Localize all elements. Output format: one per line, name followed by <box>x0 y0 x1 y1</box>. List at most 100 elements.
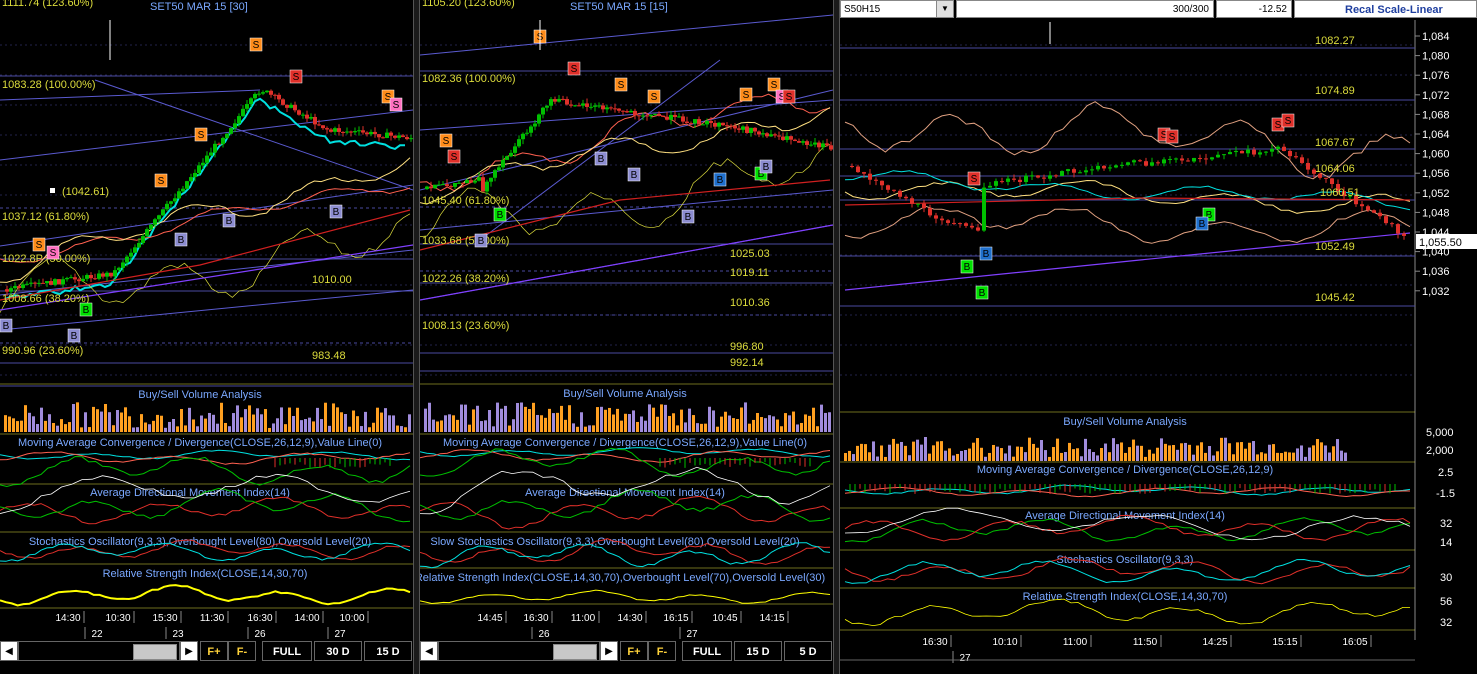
volume-bar <box>480 421 483 432</box>
candle <box>221 137 225 145</box>
volume-bar <box>1276 452 1279 461</box>
range-5d-button[interactable]: 5 D <box>784 641 832 661</box>
price-chart-30min[interactable]: 1083.28 (100.00%) (1042.61) 1037.12 (61.80… <box>0 0 413 674</box>
scrollbar[interactable] <box>438 641 600 661</box>
volume-bar <box>976 438 979 461</box>
volume-bar <box>1328 452 1331 461</box>
volume-bar <box>1340 450 1343 461</box>
zoom-out-button[interactable]: F- <box>648 641 676 661</box>
volume-bar <box>1088 449 1091 461</box>
volume-bar <box>1164 443 1167 461</box>
volume-axis-label: 5,000 <box>1426 427 1454 439</box>
scroll-left-button[interactable]: ◀ <box>420 641 438 661</box>
candle <box>1120 164 1124 166</box>
chart-panel-5min[interactable]: 1,084 1,080 1,076 1,072 1,068 1,064 1,060 1,056… <box>840 0 1477 674</box>
volume-bar <box>1060 452 1063 461</box>
candle <box>940 218 944 221</box>
chevron-down-icon[interactable]: ▼ <box>936 1 953 17</box>
range-15d-button[interactable]: 15 D <box>364 641 412 661</box>
candle <box>61 279 65 285</box>
candle <box>1330 178 1334 185</box>
volume-bar <box>1336 439 1339 461</box>
recal-scale-button[interactable]: Recal Scale-Linear <box>1294 0 1477 18</box>
volume-bar <box>1172 445 1175 461</box>
candle <box>133 247 137 253</box>
volume-bar <box>996 446 999 461</box>
chart-panel-15min[interactable]: 1082.36 (100.00%) 1045.40 (61.80%) 1033.68… <box>420 0 833 674</box>
candle <box>105 272 109 277</box>
candle <box>77 279 81 282</box>
symbol-select[interactable]: S50H15 ▼ <box>840 0 954 18</box>
toolbar-panel1: ◀ ▶ F+ F- FULL 30 D 15 D <box>0 641 413 663</box>
candle <box>305 114 309 119</box>
zoom-out-button[interactable]: F- <box>228 641 256 661</box>
volume-bar <box>256 408 259 432</box>
axis-label: 1,072 <box>1422 90 1450 102</box>
candle <box>585 103 589 107</box>
volume-bar <box>800 422 803 432</box>
volume-bar <box>464 404 467 432</box>
volume-bar <box>236 405 239 432</box>
price-level-label: 1010.00 <box>312 274 352 286</box>
volume-bar <box>960 450 963 461</box>
scroll-left-button[interactable]: ◀ <box>0 641 18 661</box>
volume-bar <box>1252 441 1255 461</box>
candle <box>289 104 293 108</box>
scrollbar[interactable] <box>18 641 180 661</box>
range-15d-button[interactable]: 15 D <box>734 641 782 661</box>
price-level-label: 992.14 <box>730 357 764 369</box>
candle <box>525 132 529 134</box>
candle <box>1258 152 1262 155</box>
candle <box>1156 162 1160 164</box>
volume-bar <box>436 421 439 432</box>
price-chart-15min[interactable]: 1082.36 (100.00%) 1045.40 (61.80%) 1033.68… <box>420 0 833 674</box>
volume-bar <box>1176 449 1179 461</box>
volume-bar <box>468 424 471 432</box>
full-button[interactable]: FULL <box>682 641 732 661</box>
panel-splitter[interactable] <box>833 0 840 674</box>
volume-bar <box>748 423 751 432</box>
volume-bar <box>360 426 363 432</box>
candle <box>1228 152 1232 155</box>
volume-bar <box>84 412 87 432</box>
volume-bar <box>980 447 983 461</box>
range-30d-button[interactable]: 30 D <box>314 641 362 661</box>
volume-bar <box>1304 456 1307 461</box>
volume-bar <box>1256 454 1259 461</box>
volume-bar <box>112 425 115 432</box>
volume-bar <box>988 452 991 461</box>
candle <box>886 185 890 190</box>
trend-line <box>0 89 261 101</box>
candle <box>329 129 333 132</box>
scroll-right-button[interactable]: ▶ <box>600 641 618 661</box>
time-tick-label: 14:45 <box>477 613 502 624</box>
candle <box>121 262 125 268</box>
zoom-in-button[interactable]: F+ <box>200 641 228 661</box>
buy-signal-marker-label: B <box>983 249 990 260</box>
scrollbar-thumb[interactable] <box>553 644 597 660</box>
scrollbar-thumb[interactable] <box>133 644 177 660</box>
candle <box>817 142 821 148</box>
chart-panel-30min[interactable]: 1083.28 (100.00%) (1042.61) 1037.12 (61.80… <box>0 0 413 674</box>
scroll-right-button[interactable]: ▶ <box>180 641 198 661</box>
candle <box>485 181 489 192</box>
price-level-label: 983.48 <box>312 350 346 362</box>
volume-bar <box>588 425 591 432</box>
full-button[interactable]: FULL <box>262 641 312 661</box>
top-fib-label: 1105.20 (123.60%) <box>422 0 515 9</box>
zoom-in-button[interactable]: F+ <box>620 641 648 661</box>
price-level-label: 1045.42 <box>1315 292 1355 304</box>
price-chart-5min[interactable]: 1,084 1,080 1,076 1,072 1,068 1,064 1,060 1,056… <box>840 0 1477 674</box>
volume-bar <box>160 415 163 432</box>
volume-bar <box>96 409 99 432</box>
candle <box>361 130 365 133</box>
volume-bar <box>788 415 791 432</box>
candle <box>745 126 749 133</box>
volume-bar <box>952 455 955 461</box>
macd-axis-label: -1.5 <box>1436 488 1455 500</box>
candle <box>777 135 781 137</box>
volume-bar <box>516 402 519 432</box>
panel-splitter[interactable] <box>413 0 420 674</box>
volume-bar <box>1168 445 1171 461</box>
indicator-title: Moving Average Convergence / Divergence(… <box>977 464 1273 476</box>
